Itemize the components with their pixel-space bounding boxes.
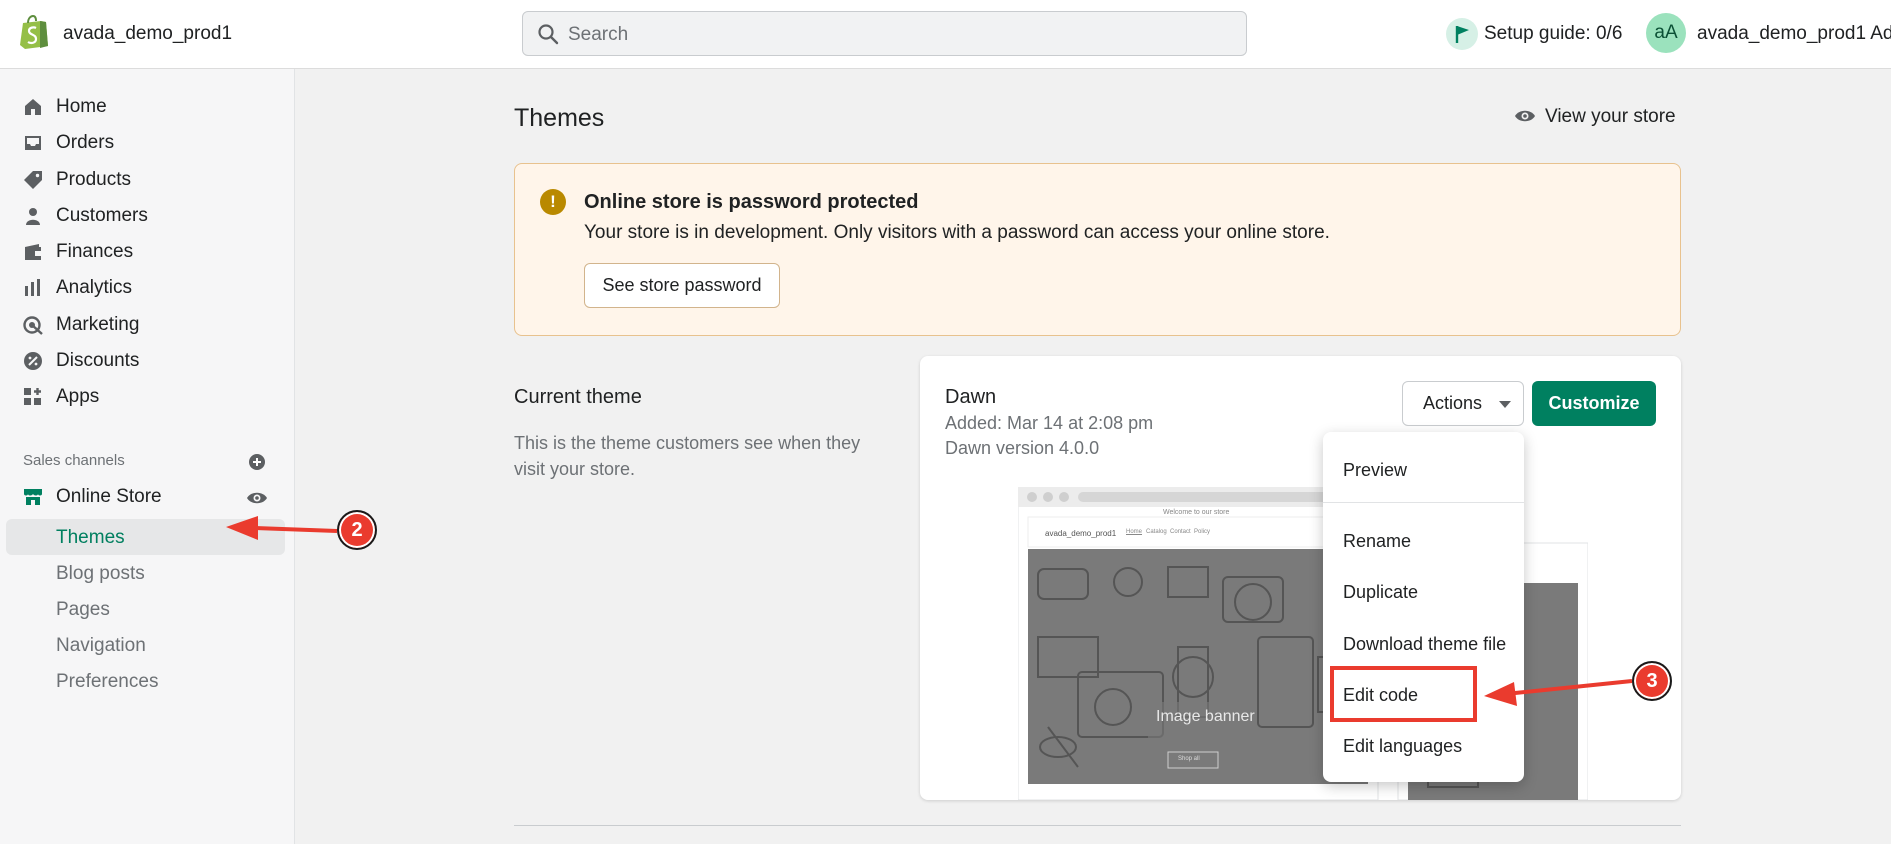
sidebar-item-products[interactable]: Products [0,164,290,196]
search-input[interactable]: Search [522,11,1247,56]
sidebar-item-online-store[interactable]: Online Store [0,481,290,513]
sidebar-item-label: Orders [56,132,115,153]
sidebar-item-label: Online Store [56,486,162,507]
customize-button[interactable]: Customize [1532,381,1656,426]
see-store-password-button[interactable]: See store password [584,263,780,308]
sidebar-item-label: Apps [56,386,100,407]
banner-title: Online store is password protected [584,191,919,213]
account-menu[interactable]: avada_demo_prod1 Ad... [1697,23,1891,45]
preview-store-name: avada_demo_prod1 [1045,529,1117,538]
preview-nav-link: Policy [1194,529,1211,535]
sidebar-item-discounts[interactable]: Discounts [0,345,290,377]
sidebar-item-label: Finances [56,241,134,262]
sidebar: Home Orders Products Customers Finances … [0,69,295,844]
sidebar-item-home[interactable]: Home [0,91,290,123]
store-icon [24,489,42,505]
store-name[interactable]: avada_demo_prod1 [63,23,232,45]
preview-announcement: Welcome to our store [1163,509,1230,516]
preview-image-banner-label: Image banner [1156,708,1255,725]
eye-icon [1515,110,1535,122]
sidebar-item-customers[interactable]: Customers [0,200,290,232]
warning-icon: ! [540,189,566,215]
step-2-callout: 2 [337,510,377,550]
menu-item-edit-languages[interactable]: Edit languages [1343,736,1462,757]
home-icon [25,99,41,115]
preview-nav-link: Contact [1170,529,1191,535]
menu-item-rename[interactable]: Rename [1343,531,1411,552]
search-icon [538,24,559,45]
sidebar-item-label: Marketing [56,314,140,335]
sidebar-item-label: Analytics [56,277,133,298]
tag-icon [24,171,42,189]
sidebar-sub-item-label: Pages [56,599,110,620]
menu-item-download-theme-file[interactable]: Download theme file [1343,634,1506,655]
sidebar-item-orders[interactable]: Orders [0,127,290,159]
sidebar-sub-item-pages[interactable]: Pages [6,591,285,627]
sidebar-item-label: Products [56,169,131,190]
current-theme-description: This is the theme customers see when the… [514,433,861,479]
preview-nav-link: Catalog [1146,529,1167,535]
theme-added-date: Added: Mar 14 at 2:08 pm [945,413,1154,433]
sales-channels-heading: Sales channels [23,452,125,469]
menu-item-duplicate[interactable]: Duplicate [1343,582,1418,603]
theme-version: Dawn version 4.0.0 [945,438,1100,458]
apps-icon [24,388,41,405]
caret-down-icon [1499,401,1511,408]
sidebar-item-label: Home [56,96,107,117]
step-3-callout: 3 [1632,661,1672,701]
theme-card: Dawn Added: Mar 14 at 2:08 pm Dawn versi… [920,356,1681,800]
preview-nav-link: Home [1126,529,1143,535]
sidebar-sub-item-label: Navigation [56,635,146,656]
person-icon [26,208,40,225]
sidebar-item-marketing[interactable]: Marketing [0,309,290,341]
sidebar-item-finances[interactable]: Finances [0,236,290,268]
sidebar-item-analytics[interactable]: Analytics [0,272,290,304]
top-bar: avada_demo_prod1 Search Setup guide: 0/6… [0,0,1891,69]
view-store-label: View your store [1545,106,1676,127]
bar-chart-icon [25,279,40,296]
page-title: Themes [514,104,605,132]
shopify-logo-icon[interactable] [19,15,49,49]
preview-banner-button: Shop all [1178,756,1200,762]
sidebar-sub-item-label: Preferences [56,671,159,692]
sidebar-sub-item-blog-posts[interactable]: Blog posts [6,555,285,591]
add-channel-icon[interactable] [248,453,266,471]
sidebar-item-apps[interactable]: Apps [0,381,290,413]
actions-label: Actions [1423,393,1483,413]
password-banner: ! Online store is password protected You… [514,163,1681,336]
sidebar-sub-item-preferences[interactable]: Preferences [6,663,285,699]
sidebar-item-label: Discounts [56,350,140,371]
sidebar-sub-item-navigation[interactable]: Navigation [6,627,285,663]
sidebar-sub-item-themes[interactable]: Themes [6,519,285,555]
wallet-icon [25,244,41,260]
orders-icon [25,136,41,150]
section-divider [514,825,1681,826]
flag-icon[interactable] [1446,18,1478,50]
sidebar-item-label: Customers [56,205,148,226]
menu-item-preview[interactable]: Preview [1343,460,1407,481]
eye-icon[interactable] [246,490,268,506]
search-placeholder: Search [568,24,629,45]
sidebar-sub-item-label: Blog posts [56,563,145,584]
actions-button[interactable]: Actions [1402,381,1524,426]
sidebar-sub-item-label: Themes [56,527,125,548]
target-icon [23,316,43,335]
theme-name: Dawn [945,386,997,408]
discount-icon [24,352,42,370]
edit-code-highlight [1330,666,1477,722]
banner-text: Your store is in development. Only visit… [584,222,1330,243]
menu-divider [1323,502,1524,503]
avatar[interactable]: aA [1646,13,1686,53]
actions-dropdown-menu: Preview Rename Duplicate Download theme … [1323,432,1524,782]
setup-guide-link[interactable]: Setup guide: 0/6 [1484,23,1622,45]
current-theme-heading: Current theme [514,386,642,408]
